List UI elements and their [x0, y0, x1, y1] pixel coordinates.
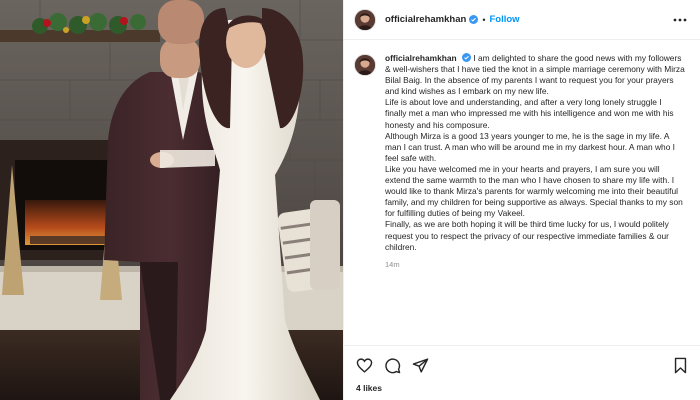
heart-icon[interactable]: [356, 357, 373, 374]
caption-paragraph: officialrehamkhan I am delighted to shar…: [385, 53, 685, 97]
caption-avatar[interactable]: [354, 54, 376, 76]
caption-paragraph: Finally, as we are both hoping it will b…: [385, 219, 669, 252]
caption-area: officialrehamkhan I am delighted to shar…: [344, 41, 700, 341]
follow-button[interactable]: Follow: [489, 14, 519, 25]
verified-badge-icon: [469, 15, 479, 24]
action-bar: [344, 345, 700, 381]
caption-paragraph: Although Mirza is a good 13 years younge…: [385, 130, 676, 163]
wedding-photo-image: [0, 0, 343, 400]
verified-badge-icon: [462, 53, 472, 62]
post-photo[interactable]: [0, 0, 343, 400]
caption-username[interactable]: officialrehamkhan: [385, 53, 457, 63]
avatar[interactable]: [354, 8, 376, 31]
instagram-post: officialrehamkhan • Follow officialreham…: [0, 0, 700, 400]
profile-photo-image: [355, 9, 375, 30]
post-sidebar: officialrehamkhan • Follow officialreham…: [343, 0, 700, 400]
likes-count[interactable]: 4 likes: [356, 383, 382, 393]
caption-timestamp[interactable]: 14m: [385, 259, 685, 270]
comment-icon[interactable]: [384, 357, 401, 374]
profile-photo-image: [355, 55, 375, 75]
post-header: officialrehamkhan • Follow: [344, 0, 700, 40]
paper-plane-icon[interactable]: [412, 357, 429, 374]
caption-paragraph: Like you have welcomed me in your hearts…: [385, 163, 683, 219]
bookmark-icon[interactable]: [672, 357, 689, 374]
post-caption: officialrehamkhan I am delighted to shar…: [385, 53, 685, 341]
separator-dot: •: [482, 14, 486, 25]
header-username[interactable]: officialrehamkhan: [385, 14, 466, 25]
caption-paragraph: Life is about love and understanding, an…: [385, 97, 674, 130]
more-horizontal-icon[interactable]: [673, 13, 687, 27]
